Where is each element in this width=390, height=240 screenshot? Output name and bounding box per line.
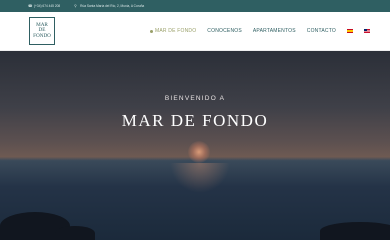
- english-flag-icon[interactable]: [363, 29, 370, 33]
- sea-reflection: [170, 163, 230, 193]
- nav-item-apartamentos[interactable]: APARTAMENTOS: [253, 28, 296, 34]
- nav-label: MAR DE FONDO: [155, 28, 197, 34]
- nav-item-contacto[interactable]: CONTACTO: [307, 28, 336, 34]
- foreground-rock: [55, 226, 95, 240]
- phone-icon: ☎: [28, 4, 33, 8]
- sunset-sun: [188, 141, 210, 163]
- address-text: Rúa Santa María del Río, 2, Muxía, A Cor…: [80, 4, 145, 8]
- logo-line-3: FONDO: [33, 32, 51, 39]
- nav-label: APARTAMENTOS: [252, 28, 296, 34]
- main-navigation: MAR DE FONDO CONOCENOS APARTAMENTOS CONT…: [150, 12, 381, 50]
- site-header: MAR DE FONDO MAR DE FONDO CONOCENOS APAR…: [0, 12, 390, 51]
- phone-contact[interactable]: ☎ (+34) 674 445 208: [28, 4, 60, 8]
- address-contact: ⚲ Rúa Santa María del Río, 2, Muxía, A C…: [74, 4, 144, 8]
- nav-item-mar-de-fondo[interactable]: MAR DE FONDO: [150, 28, 196, 34]
- spanish-flag-icon[interactable]: [346, 29, 353, 33]
- hero-title: MAR DE FONDO: [121, 111, 269, 130]
- hero-subtitle: BIENVENIDO A: [164, 95, 226, 102]
- active-dot-icon: [150, 29, 153, 33]
- location-pin-icon: ⚲: [74, 4, 77, 8]
- foreground-rock: [320, 222, 390, 240]
- phone-number: (+34) 674 445 208: [34, 4, 61, 8]
- nav-item-conocenos[interactable]: CONOCENOS: [207, 28, 242, 34]
- nav-label: CONTACTO: [306, 28, 336, 34]
- hero-banner: BIENVENIDO A MAR DE FONDO: [0, 51, 390, 240]
- site-logo[interactable]: MAR DE FONDO: [29, 17, 55, 45]
- nav-label: CONOCENOS: [207, 28, 242, 34]
- top-info-bar: ☎ (+34) 674 445 208 ⚲ Rúa Santa María de…: [0, 0, 390, 12]
- flag-canton: [363, 29, 367, 31]
